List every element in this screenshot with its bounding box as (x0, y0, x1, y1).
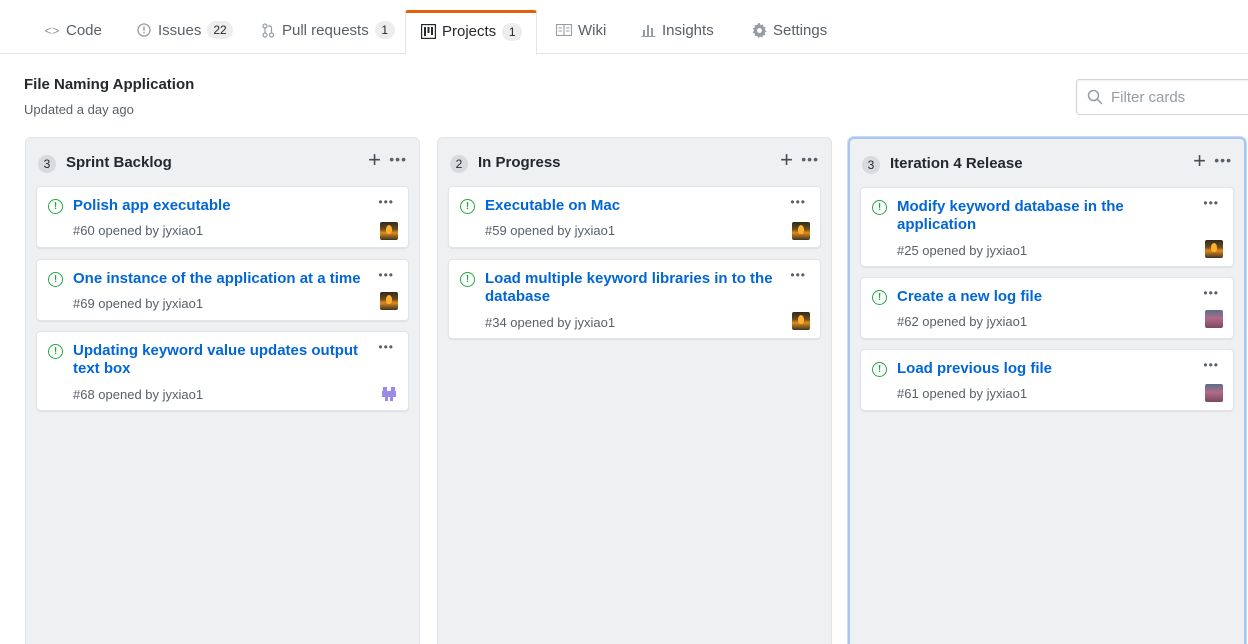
repo-tab-nav: <> Code Issues 22 Pull requests 1 Projec… (0, 0, 1248, 55)
avatar[interactable] (1205, 384, 1223, 402)
tab-label: Pull requests (282, 21, 369, 39)
column-iteration-4-release: 3 Iteration 4 Release + ••• ! Modify key… (848, 137, 1246, 644)
column-menu-icon[interactable]: ••• (1214, 152, 1232, 168)
tab-code[interactable]: <> Code (30, 10, 116, 54)
project-updated-time: Updated a day ago (24, 102, 134, 117)
issue-card[interactable]: ! Create a new log file #62 opened by jy… (860, 277, 1234, 339)
pull-requests-count-badge: 1 (374, 21, 395, 39)
issue-meta: #62 opened by jyxiao1 (897, 314, 1028, 329)
open-issue-icon: ! (48, 344, 63, 359)
issue-card[interactable]: ! Load previous log file #61 opened by j… (860, 349, 1234, 411)
column-title: Sprint Backlog (66, 154, 172, 171)
issue-card[interactable]: ! Executable on Mac #59 opened by jyxiao… (448, 186, 821, 248)
open-issue-icon: ! (872, 200, 887, 215)
avatar[interactable] (792, 312, 810, 330)
code-icon: <> (44, 22, 60, 38)
issue-meta: #69 opened by jyxiao1 (73, 296, 204, 311)
open-issue-icon: ! (48, 199, 63, 214)
add-card-icon[interactable]: + (780, 148, 793, 172)
card-menu-icon[interactable]: ••• (1203, 286, 1219, 300)
issue-title-link[interactable]: Create a new log file (897, 288, 1187, 306)
card-menu-icon[interactable]: ••• (378, 340, 394, 354)
issue-title-link[interactable]: Updating keyword value updates output te… (73, 342, 363, 378)
issue-meta: #60 opened by jyxiao1 (73, 223, 204, 238)
card-menu-icon[interactable]: ••• (378, 195, 394, 209)
issue-title-link[interactable]: Executable on Mac (485, 197, 775, 215)
gear-icon (751, 22, 767, 38)
card-menu-icon[interactable]: ••• (790, 195, 806, 209)
project-icon (420, 24, 436, 40)
issue-title-link[interactable]: Load previous log file (897, 360, 1187, 378)
graph-icon (640, 22, 656, 38)
tab-label: Code (66, 21, 102, 39)
issue-title-link[interactable]: One instance of the application at a tim… (73, 270, 363, 288)
issue-title-link[interactable]: Load multiple keyword libraries in to th… (485, 270, 775, 306)
tab-label: Settings (773, 21, 828, 39)
avatar[interactable] (380, 385, 398, 403)
search-icon (1087, 89, 1103, 105)
column-title: Iteration 4 Release (890, 155, 1023, 172)
card-menu-icon[interactable]: ••• (1203, 196, 1219, 210)
column-menu-icon[interactable]: ••• (801, 151, 819, 167)
open-issue-icon: ! (872, 290, 887, 305)
tab-insights[interactable]: Insights (626, 10, 728, 54)
column-header: 3 Sprint Backlog + ••• (26, 138, 419, 184)
avatar[interactable] (1205, 240, 1223, 258)
add-card-icon[interactable]: + (1193, 149, 1206, 173)
column-card-count: 2 (450, 155, 468, 173)
issue-meta: #34 opened by jyxiao1 (485, 315, 616, 330)
card-menu-icon[interactable]: ••• (378, 268, 394, 282)
issue-card[interactable]: ! One instance of the application at a t… (36, 259, 409, 321)
card-menu-icon[interactable]: ••• (1203, 358, 1219, 372)
book-icon (556, 22, 572, 38)
column-header: 3 Iteration 4 Release + ••• (850, 139, 1244, 185)
column-in-progress: 2 In Progress + ••• ! Executable on Mac … (437, 137, 832, 644)
tab-label: Insights (662, 21, 714, 39)
tab-label: Wiki (578, 21, 607, 39)
projects-count-badge: 1 (502, 22, 523, 41)
issue-title-link[interactable]: Polish app executable (73, 197, 363, 215)
column-header: 2 In Progress + ••• (438, 138, 831, 184)
add-card-icon[interactable]: + (368, 148, 381, 172)
open-issue-icon: ! (460, 272, 475, 287)
open-issue-icon: ! (872, 362, 887, 377)
column-card-count: 3 (38, 155, 56, 173)
issue-card[interactable]: ! Polish app executable #60 opened by jy… (36, 186, 409, 248)
issue-meta: #68 opened by jyxiao1 (73, 387, 204, 402)
issue-meta: #25 opened by jyxiao1 (897, 243, 1028, 258)
column-card-count: 3 (862, 156, 880, 174)
issues-count-badge: 22 (207, 21, 233, 39)
avatar[interactable] (380, 292, 398, 310)
issue-card[interactable]: ! Updating keyword value updates output … (36, 331, 409, 411)
card-menu-icon[interactable]: ••• (790, 268, 806, 282)
filter-cards-field[interactable] (1076, 79, 1248, 115)
tab-pull-requests[interactable]: Pull requests 1 (246, 10, 409, 54)
tab-label: Issues (158, 21, 202, 39)
open-issue-icon: ! (48, 272, 63, 287)
column-menu-icon[interactable]: ••• (389, 151, 407, 167)
avatar[interactable] (1205, 310, 1223, 328)
tab-wiki[interactable]: Wiki (542, 10, 620, 54)
project-title: File Naming Application (24, 76, 195, 93)
open-issue-icon: ! (460, 199, 475, 214)
issue-meta: #59 opened by jyxiao1 (485, 223, 616, 238)
tab-settings[interactable]: Settings (737, 10, 841, 54)
column-sprint-backlog: 3 Sprint Backlog + ••• ! Polish app exec… (25, 137, 420, 644)
pull-request-icon (260, 22, 276, 38)
tab-projects[interactable]: Projects 1 (405, 10, 538, 55)
issue-card[interactable]: ! Modify keyword database in the applica… (860, 187, 1234, 267)
filter-cards-input[interactable] (1111, 88, 1241, 106)
tab-label: Projects (442, 23, 497, 40)
issue-icon (136, 22, 152, 38)
issue-meta: #61 opened by jyxiao1 (897, 386, 1028, 401)
tab-issues[interactable]: Issues 22 (122, 10, 247, 54)
avatar[interactable] (792, 222, 810, 240)
avatar[interactable] (380, 222, 398, 240)
issue-card[interactable]: ! Load multiple keyword libraries in to … (448, 259, 821, 339)
column-title: In Progress (478, 154, 561, 171)
issue-title-link[interactable]: Modify keyword database in the applicati… (897, 198, 1167, 234)
